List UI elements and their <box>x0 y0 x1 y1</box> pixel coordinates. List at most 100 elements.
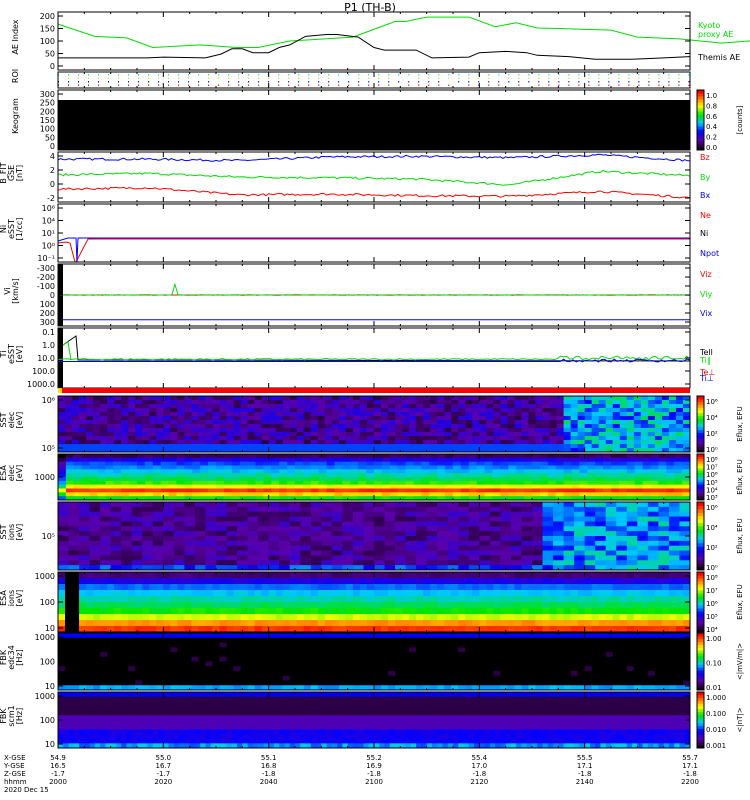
esa-e-cell <box>263 473 272 478</box>
sst-i-cell <box>321 560 333 566</box>
sst-i-cell <box>542 526 554 532</box>
esa-i-cell <box>121 572 129 579</box>
sst-i-cell <box>374 560 385 566</box>
esa-i-cell <box>570 614 579 621</box>
esa-e-cell <box>642 457 651 463</box>
sst-e-cell <box>219 444 227 449</box>
esa-e-cell <box>682 461 691 466</box>
sst-e-cell <box>247 424 256 429</box>
sst-e-cell <box>359 436 368 441</box>
esa-e-cell <box>137 465 146 470</box>
esa-i-cell <box>163 596 171 603</box>
roi-mark <box>358 74 360 76</box>
esa-i-cell <box>86 584 94 591</box>
esa-e-cell <box>144 484 154 489</box>
sst-i-cell <box>184 521 196 527</box>
esa-i-cell <box>647 620 656 627</box>
esa-e-cell <box>129 473 138 478</box>
sst-i-cell <box>194 545 206 551</box>
roi-mark <box>388 77 390 79</box>
sst-e-cell <box>458 420 466 425</box>
esa-i-cell <box>86 578 94 585</box>
sst-i-cell <box>300 531 312 537</box>
esa-i-cell <box>668 626 677 633</box>
sst-i-colorbar-tick: 10⁰ <box>706 564 718 572</box>
series-ne-b <box>75 238 690 263</box>
esa-e-cell <box>334 473 343 478</box>
esa-i-cell <box>121 620 129 627</box>
sst-i-cell <box>447 531 459 537</box>
esa-i-cell <box>310 614 319 621</box>
sst-e-cell <box>65 428 73 433</box>
sst-e-cell <box>86 432 94 437</box>
sst-i-cell <box>584 502 596 508</box>
esa-e-cell <box>160 465 169 470</box>
esa-i-cell <box>507 626 515 633</box>
roi-mark <box>398 81 400 83</box>
esa-i-cell <box>72 626 80 633</box>
esa-i-cell <box>549 584 557 591</box>
esa-i-cell <box>437 584 445 591</box>
esa-i-cell <box>345 620 354 627</box>
sst-e-cell <box>682 440 691 445</box>
esa-e-cell <box>231 461 241 466</box>
sst-e-cell <box>163 404 171 409</box>
esa-e-cell <box>326 488 335 493</box>
sst-e-cell <box>261 444 270 449</box>
sst-e-cell <box>444 428 452 433</box>
sst-e-cell <box>156 396 164 401</box>
sst-i-cell <box>521 536 533 542</box>
esa-i-cell <box>275 614 284 621</box>
sst-i-cell <box>205 531 217 537</box>
sst-e-cell <box>584 440 593 445</box>
esa-e-cell <box>445 469 454 474</box>
esa-e-cell <box>129 480 138 486</box>
esa-e-cell <box>279 477 288 482</box>
esa-i-cell <box>100 620 108 627</box>
esa-i-cell <box>374 590 382 597</box>
sst-e-cell <box>647 440 656 445</box>
sst-e-cell <box>65 420 73 425</box>
sst-e-cell <box>296 404 305 409</box>
esa-e-cell <box>350 461 359 466</box>
esa-i-cell <box>584 620 593 627</box>
sst-e-cell <box>310 400 319 405</box>
esa-e-cell <box>460 465 470 470</box>
sst-i-cell <box>532 521 543 527</box>
esa-e-cell <box>429 473 438 478</box>
sst-e-cell <box>170 436 178 441</box>
esa-i-cell <box>556 620 564 627</box>
sst-i-cell <box>79 521 90 527</box>
bfit-ylabel: [nT] <box>15 165 24 181</box>
esa-e-cell <box>279 473 288 478</box>
esa-e-cell <box>247 461 256 466</box>
sst-i-cell <box>405 545 417 551</box>
roi-mark <box>188 81 190 83</box>
esa-i-cell <box>472 626 480 633</box>
esa-e-cell <box>287 480 296 486</box>
esa-e-ylabel: [eV] <box>15 465 24 482</box>
sst-e-cell <box>430 400 438 405</box>
esa-e-cell <box>184 484 193 489</box>
esa-i-cell <box>198 596 206 603</box>
sst-e-cell <box>212 428 220 433</box>
sst-e-cell <box>128 432 136 437</box>
esa-e-cell <box>334 457 343 463</box>
esa-i-cell <box>640 620 649 627</box>
esa-i-cell <box>619 602 628 609</box>
sst-e-cell <box>254 444 263 449</box>
sst-e-cell <box>409 396 417 401</box>
esa-e-cell <box>121 454 130 459</box>
sst-i-cell <box>458 511 470 517</box>
sst-e-cell <box>549 400 557 405</box>
esa-e-colorbar-tick: 10⁸ <box>706 456 718 464</box>
sst-i-cell <box>89 550 101 556</box>
sst-i-colorbar-cell <box>697 532 704 537</box>
esa-e-cell <box>255 477 264 482</box>
sst-i-cell <box>679 516 691 522</box>
esa-e-cell <box>547 484 557 489</box>
esa-e-cell <box>200 461 209 466</box>
sst-e-cell <box>598 424 607 429</box>
sst-i-cell <box>605 531 617 537</box>
esa-e-cell <box>279 492 288 497</box>
